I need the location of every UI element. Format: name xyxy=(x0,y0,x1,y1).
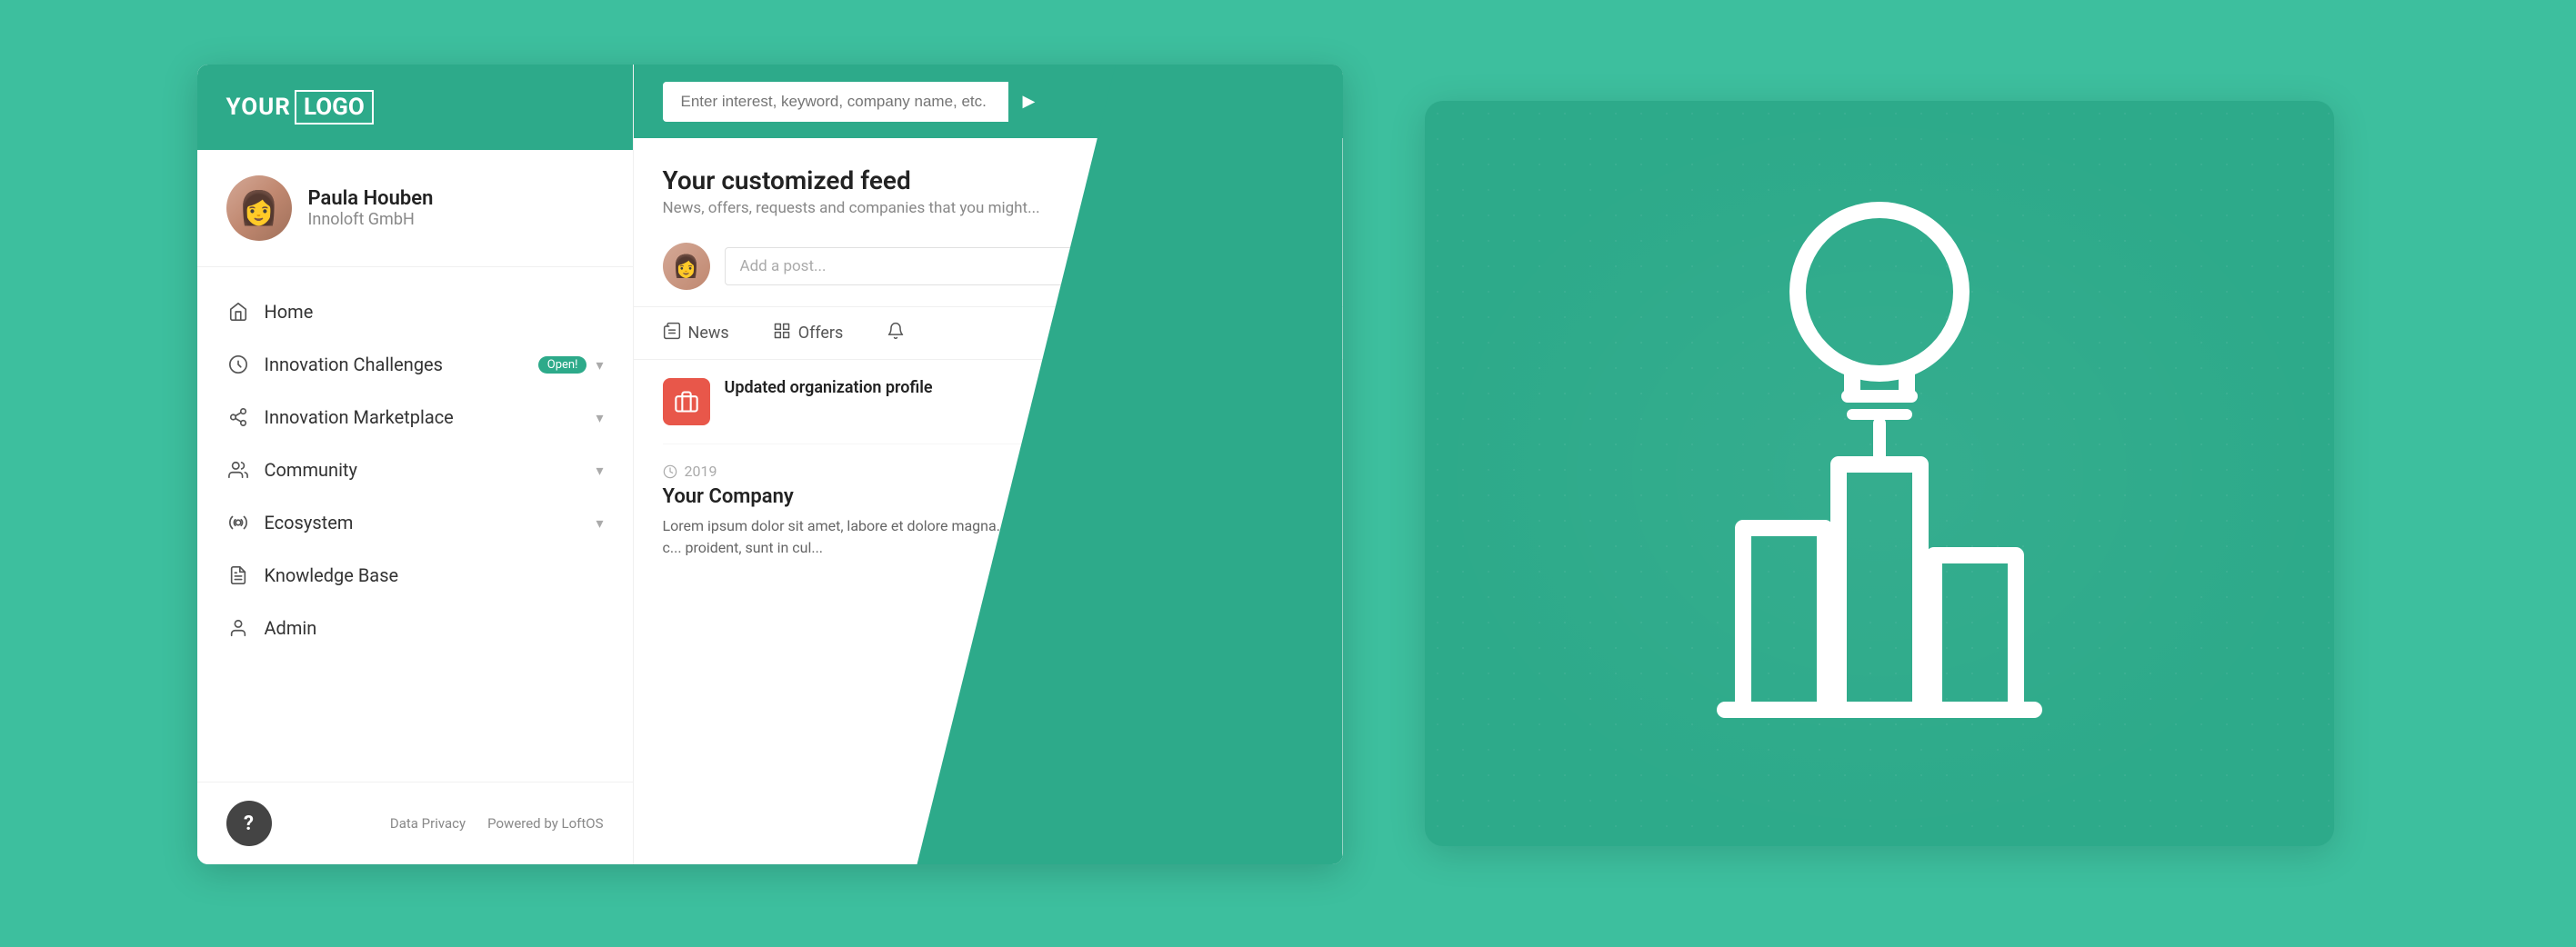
tab-news-label: News xyxy=(688,324,729,343)
innovation-challenges-badge: Open! xyxy=(538,356,587,374)
sidebar-item-innovation-challenges-label: Innovation Challenges xyxy=(265,354,529,375)
knowledge-base-icon xyxy=(226,563,250,587)
left-card: YOUR LOGO 👩 Paula Houben Innoloft GmbH xyxy=(197,65,1343,864)
right-panel xyxy=(1379,65,2380,882)
sidebar-item-admin[interactable]: Admin xyxy=(197,602,633,654)
sidebar-item-ecosystem-label: Ecosystem xyxy=(265,512,587,533)
offers-tab-icon xyxy=(773,322,791,344)
innovation-challenges-icon xyxy=(226,353,250,376)
logo-text-before: YOUR xyxy=(226,94,291,121)
user-info: Paula Houben Innoloft GmbH xyxy=(308,187,434,229)
sidebar-item-community-label: Community xyxy=(265,459,587,481)
innovation-marketplace-icon xyxy=(226,405,250,429)
sidebar-item-knowledge-base[interactable]: Knowledge Base xyxy=(197,549,633,602)
community-icon xyxy=(226,458,250,482)
tab-news[interactable]: News xyxy=(663,307,751,359)
admin-icon xyxy=(226,616,250,640)
data-privacy-link[interactable]: Data Privacy xyxy=(390,815,466,832)
updated-org-icon xyxy=(663,378,710,425)
user-section: 👩 Paula Houben Innoloft GmbH xyxy=(197,150,633,267)
sidebar: YOUR LOGO 👩 Paula Houben Innoloft GmbH xyxy=(197,65,634,864)
news-tab-icon xyxy=(663,322,681,344)
search-input[interactable] xyxy=(663,82,1008,122)
sidebar-footer: ? Data Privacy Powered by LoftOS xyxy=(197,782,633,864)
help-button[interactable]: ? xyxy=(226,801,272,846)
sidebar-item-community[interactable]: Community ▾ xyxy=(197,444,633,496)
innovation-marketplace-chevron: ▾ xyxy=(596,409,603,426)
ecosystem-chevron: ▾ xyxy=(596,514,603,532)
sidebar-item-ecosystem[interactable]: Ecosystem ▾ xyxy=(197,496,633,549)
sidebar-item-innovation-marketplace-label: Innovation Marketplace xyxy=(265,406,587,428)
more-tab-icon xyxy=(887,322,905,344)
home-icon xyxy=(226,300,250,324)
sidebar-item-knowledge-base-label: Knowledge Base xyxy=(265,564,604,586)
ecosystem-icon xyxy=(226,511,250,534)
sidebar-item-innovation-marketplace[interactable]: Innovation Marketplace ▾ xyxy=(197,391,633,444)
main-content: ▶ Your customized feed News, offers, req… xyxy=(634,65,1343,864)
main-container: YOUR LOGO 👩 Paula Houben Innoloft GmbH xyxy=(197,65,2380,882)
innovation-challenges-chevron: ▾ xyxy=(596,356,603,374)
tab-offers[interactable]: Offers xyxy=(751,307,866,359)
sidebar-item-home-label: Home xyxy=(265,301,604,323)
illustration-card xyxy=(1425,101,2334,846)
community-chevron: ▾ xyxy=(596,462,603,479)
tab-offers-label: Offers xyxy=(798,324,844,343)
illustration-svg xyxy=(1652,192,2107,755)
nav-menu: Home Innovation Challenges Open! ▾ xyxy=(197,267,633,782)
sidebar-item-innovation-challenges[interactable]: Innovation Challenges Open! ▾ xyxy=(197,338,633,391)
user-name: Paula Houben xyxy=(308,187,434,210)
logo-box: LOGO xyxy=(295,90,374,125)
search-button[interactable]: ▶ xyxy=(1008,81,1050,122)
avatar: 👩 xyxy=(226,175,292,241)
help-icon: ? xyxy=(244,812,254,835)
footer-links: Data Privacy Powered by LoftOS xyxy=(390,815,604,832)
tab-more[interactable] xyxy=(865,307,927,359)
user-company: Innoloft GmbH xyxy=(308,210,434,229)
sidebar-item-home[interactable]: Home xyxy=(197,285,633,338)
powered-by-link[interactable]: Powered by LoftOS xyxy=(487,815,603,832)
sidebar-item-admin-label: Admin xyxy=(265,617,604,639)
post-avatar: 👩 xyxy=(663,243,710,290)
sidebar-header: YOUR LOGO xyxy=(197,65,633,150)
